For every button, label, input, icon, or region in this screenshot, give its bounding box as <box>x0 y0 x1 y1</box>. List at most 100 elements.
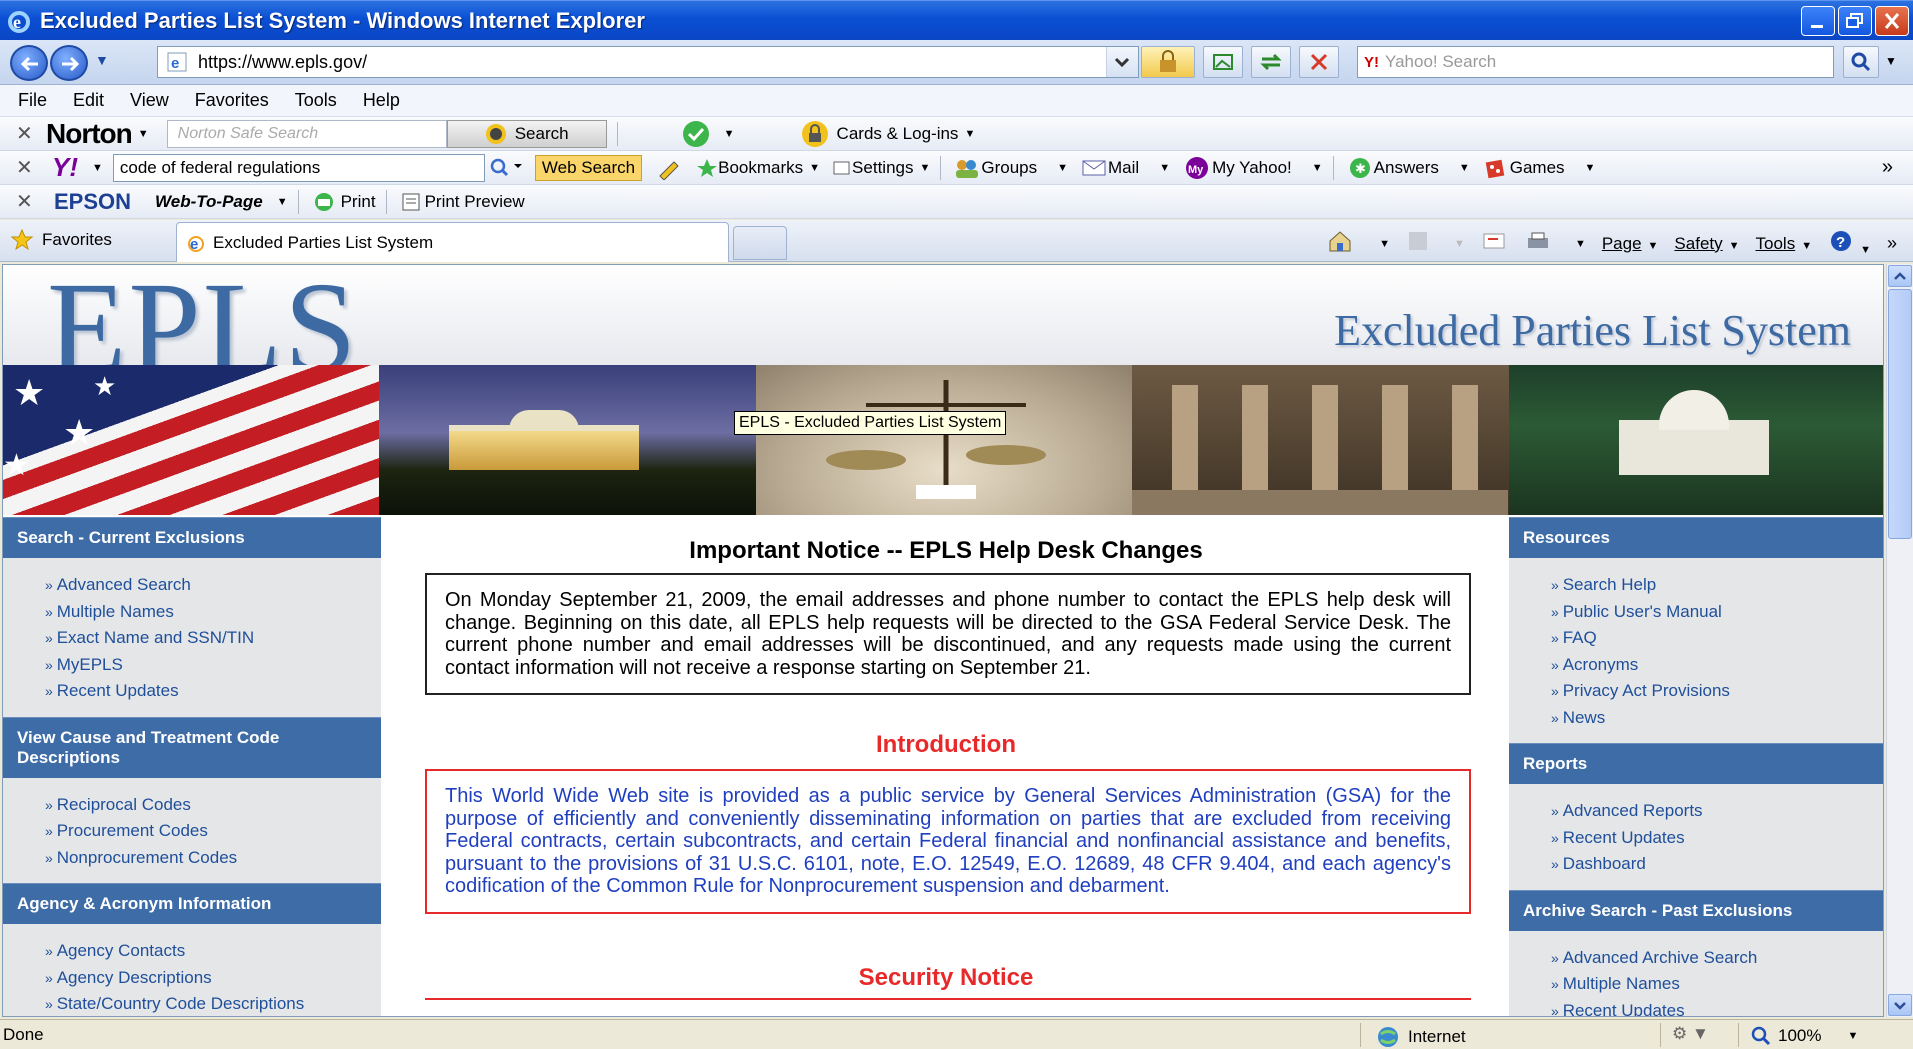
close-toolbar-icon[interactable]: ✕ <box>16 155 40 180</box>
compatibility-view-icon[interactable] <box>1203 46 1243 78</box>
link-state-country-codes[interactable]: State/Country Code Descriptions <box>45 991 381 1016</box>
close-toolbar-icon[interactable]: ✕ <box>16 121 40 146</box>
link-archive-recent-updates[interactable]: Recent Updates <box>1551 998 1883 1017</box>
groups-menu[interactable]: Groups ▼ <box>953 157 1068 179</box>
link-search-help[interactable]: Search Help <box>1551 572 1883 599</box>
link-exact-name-ssn[interactable]: Exact Name and SSN/TIN <box>45 625 381 652</box>
menu-tools[interactable]: Tools <box>295 90 337 111</box>
link-reports-recent-updates[interactable]: Recent Updates <box>1551 825 1883 852</box>
print-preview-button[interactable]: Print Preview <box>399 191 525 213</box>
yahoo-search-input[interactable]: Y! Yahoo! Search <box>1357 46 1834 78</box>
scroll-up-button[interactable] <box>1888 265 1912 287</box>
search-go-icon[interactable] <box>1843 46 1879 78</box>
web-to-page-label: Web-To-Page <box>155 191 263 211</box>
printer-icon[interactable] <box>1523 229 1553 258</box>
yahoo-query-input[interactable]: code of federal regulations <box>112 153 522 182</box>
tab-excluded-parties[interactable]: e Excluded Parties List System <box>176 222 729 262</box>
games-label: Games <box>1509 157 1565 177</box>
stop-icon[interactable] <box>1299 46 1339 78</box>
favorites-button[interactable]: Favorites <box>10 228 112 252</box>
link-news[interactable]: News <box>1551 705 1883 732</box>
web-search-button[interactable]: Web Search <box>534 154 643 181</box>
security-zone[interactable]: Internet <box>1376 1025 1466 1049</box>
menu-view[interactable]: View <box>130 90 169 111</box>
security-lock-icon[interactable] <box>1141 46 1195 78</box>
link-multiple-names[interactable]: Multiple Names <box>45 599 381 626</box>
close-window-button[interactable] <box>1875 6 1909 36</box>
link-advanced-search[interactable]: Advanced Search <box>45 572 381 599</box>
my-yahoo-label: My Yahoo! <box>1212 157 1292 177</box>
read-mail-icon[interactable] <box>1481 231 1507 256</box>
feeds-icon[interactable] <box>1406 229 1432 258</box>
norton-search-button[interactable]: Search <box>446 119 607 148</box>
more-chevron-icon[interactable]: » <box>1882 156 1893 179</box>
menu-edit[interactable]: Edit <box>73 90 104 111</box>
address-input[interactable]: e https://www.epls.gov/ <box>157 46 1139 78</box>
search-placeholder: Yahoo! Search <box>1385 52 1497 71</box>
close-toolbar-icon[interactable]: ✕ <box>16 189 40 214</box>
norton-search-input[interactable]: Norton Safe Search <box>166 119 447 148</box>
menu-help[interactable]: Help <box>363 90 400 111</box>
menu-favorites[interactable]: Favorites <box>195 90 269 111</box>
norton-menu-chevron-icon[interactable]: ▼ <box>138 128 149 140</box>
zoom-control[interactable]: 100% ▼ <box>1750 1025 1858 1047</box>
new-tab-button[interactable] <box>733 226 787 260</box>
svg-text:e: e <box>13 12 21 32</box>
search-options-chevron-icon[interactable]: ▼ <box>1885 54 1897 68</box>
scrollbar-thumb[interactable] <box>1888 289 1912 539</box>
forward-button[interactable] <box>50 45 88 81</box>
right-sidebar: Resources Search Help Public User's Manu… <box>1509 517 1883 1017</box>
answers-menu[interactable]: ✱ Answers ▼ <box>1346 156 1470 180</box>
link-agency-descriptions[interactable]: Agency Descriptions <box>45 965 381 992</box>
web-to-page-menu[interactable]: Web-To-Page ▼ <box>155 192 288 212</box>
link-faq[interactable]: FAQ <box>1551 625 1883 652</box>
cards-logins-menu[interactable]: Cards & Log-ins ▼ <box>799 119 975 149</box>
home-dropdown-icon[interactable]: ▼ <box>1379 238 1390 250</box>
tools-menu[interactable]: Tools ▼ <box>1756 234 1813 254</box>
protected-mode-icon[interactable]: ⚙ ▼ <box>1672 1024 1709 1044</box>
help-icon[interactable]: ? ▼ <box>1828 229 1871 258</box>
link-privacy-act[interactable]: Privacy Act Provisions <box>1551 678 1883 705</box>
settings-menu[interactable]: Settings ▼ <box>832 158 930 178</box>
zoom-icon <box>1751 1026 1771 1046</box>
norton-safe-status[interactable]: ▼ <box>678 119 735 149</box>
print-dropdown-icon[interactable]: ▼ <box>1575 238 1586 250</box>
link-archive-multiple-names[interactable]: Multiple Names <box>1551 971 1883 998</box>
address-dropdown-button[interactable] <box>1106 47 1138 77</box>
highlighter-icon[interactable] <box>654 156 684 180</box>
link-advanced-archive-search[interactable]: Advanced Archive Search <box>1551 945 1883 972</box>
restore-button[interactable] <box>1838 6 1872 36</box>
games-menu[interactable]: Games ▼ <box>1482 156 1595 180</box>
recent-pages-dropdown-icon[interactable]: ▼ <box>95 52 109 68</box>
site-subtitle: Excluded Parties List System <box>1334 306 1851 355</box>
link-acronyms[interactable]: Acronyms <box>1551 652 1883 679</box>
link-myepls[interactable]: MyEPLS <box>45 652 381 679</box>
link-dashboard[interactable]: Dashboard <box>1551 851 1883 878</box>
safety-menu[interactable]: Safety ▼ <box>1674 234 1739 254</box>
my-yahoo-menu[interactable]: My My Yahoo! ▼ <box>1182 156 1323 180</box>
search-icon[interactable] <box>486 156 526 180</box>
more-commands-chevron-icon[interactable]: » <box>1887 233 1897 254</box>
bookmarks-menu[interactable]: Bookmarks ▼ <box>696 157 820 179</box>
vertical-scrollbar[interactable] <box>1886 264 1913 1017</box>
link-public-users-manual[interactable]: Public User's Manual <box>1551 599 1883 626</box>
minimize-button[interactable] <box>1801 6 1835 36</box>
link-procurement-codes[interactable]: Procurement Codes <box>45 818 381 845</box>
section-header-archive: Archive Search - Past Exclusions <box>1509 889 1883 931</box>
page-menu[interactable]: Page ▼ <box>1602 234 1659 254</box>
mail-label: Mail <box>1108 157 1140 177</box>
back-button[interactable] <box>10 45 48 81</box>
link-agency-contacts[interactable]: Agency Contacts <box>45 938 381 965</box>
link-recent-updates[interactable]: Recent Updates <box>45 678 381 705</box>
yahoo-logo-icon[interactable]: Y! <box>52 152 78 183</box>
menu-file[interactable]: File <box>18 90 47 111</box>
link-nonprocurement-codes[interactable]: Nonprocurement Codes <box>45 845 381 872</box>
mail-menu[interactable]: Mail ▼ <box>1080 158 1170 178</box>
link-reciprocal-codes[interactable]: Reciprocal Codes <box>45 792 381 819</box>
epson-logo: EPSON <box>54 188 132 214</box>
refresh-icon[interactable] <box>1251 46 1291 78</box>
scroll-down-button[interactable] <box>1888 994 1912 1016</box>
print-button[interactable]: Print <box>311 191 376 213</box>
link-advanced-reports[interactable]: Advanced Reports <box>1551 798 1883 825</box>
home-icon[interactable] <box>1327 229 1357 258</box>
